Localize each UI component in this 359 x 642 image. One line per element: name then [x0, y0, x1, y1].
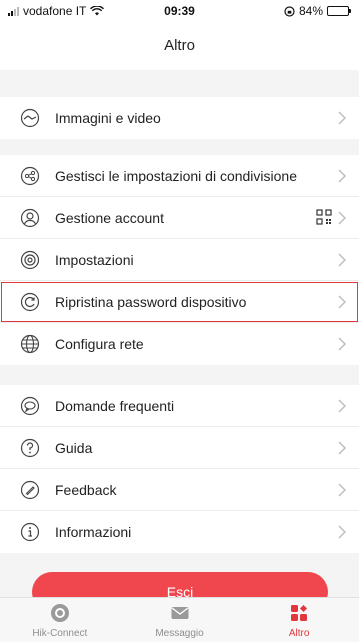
info-icon	[20, 522, 40, 542]
menu-item-guide[interactable]: Guida	[0, 427, 359, 469]
chevron-right-icon	[338, 253, 346, 267]
rotation-lock-icon	[284, 5, 295, 17]
chevron-right-icon	[338, 211, 346, 225]
battery-icon	[327, 6, 351, 16]
menu-item-info[interactable]: Informazioni	[0, 511, 359, 553]
page-title: Altro	[164, 37, 195, 54]
menu-item-sharing-settings[interactable]: Gestisci le impostazioni di condivisione	[0, 155, 359, 197]
grid-icon	[291, 605, 308, 621]
tab-hik-connect[interactable]: Hik-Connect	[0, 598, 120, 642]
menu-item-label: Informazioni	[55, 524, 132, 540]
menu-item-label: Immagini e video	[55, 110, 161, 126]
qr-code-icon	[316, 209, 332, 225]
chevron-right-icon	[338, 169, 346, 183]
envelope-icon	[171, 607, 188, 619]
tab-label: Messaggio	[155, 628, 204, 639]
tab-messaggio[interactable]: Messaggio	[120, 598, 240, 642]
camera-lens-icon	[50, 604, 69, 622]
pencil-icon	[20, 480, 40, 500]
chevron-right-icon	[338, 441, 346, 455]
battery-info: 84%	[284, 4, 351, 18]
reset-password-icon	[20, 292, 40, 312]
menu-group-help: Domande frequenti Guida Feedback Informa…	[0, 385, 359, 553]
share-icon	[20, 166, 40, 186]
tab-label: Hik-Connect	[32, 628, 88, 639]
menu-item-label: Ripristina password dispositivo	[55, 293, 247, 310]
chevron-right-icon	[338, 525, 346, 539]
menu-group-media: Immagini e video	[0, 97, 359, 139]
user-icon	[20, 208, 40, 228]
chevron-right-icon	[338, 295, 346, 309]
menu-item-label: Configura rete	[55, 336, 144, 352]
menu-group-account: Gestisci le impostazioni di condivisione…	[0, 155, 359, 365]
settings-icon	[20, 250, 40, 270]
menu-item-images-videos[interactable]: Immagini e video	[0, 97, 359, 139]
menu-item-account-management[interactable]: Gestione account	[0, 197, 359, 239]
chevron-right-icon	[338, 483, 346, 497]
status-bar: vodafone IT 09:39 84%	[0, 0, 359, 22]
menu-item-label: Gestisci le impostazioni di condivisione	[55, 167, 297, 184]
tab-altro[interactable]: Altro	[239, 598, 359, 642]
menu-item-label: Gestione account	[55, 209, 164, 226]
battery-percent: 84%	[298, 4, 323, 18]
menu-item-label: Domande frequenti	[55, 397, 175, 414]
chevron-right-icon	[338, 337, 346, 351]
chat-bubble-icon	[20, 396, 40, 416]
menu-item-label: Feedback	[55, 481, 117, 498]
question-icon	[20, 438, 40, 458]
menu-item-reset-device-password[interactable]: Ripristina password dispositivo	[0, 281, 359, 323]
menu-item-feedback[interactable]: Feedback	[0, 469, 359, 511]
menu-item-label: Guida	[55, 439, 93, 456]
globe-icon	[20, 334, 40, 354]
chevron-right-icon	[338, 399, 346, 413]
tab-bar: Hik-Connect Messaggio Altro	[0, 597, 359, 642]
menu-item-configure-network[interactable]: Configura rete	[0, 323, 359, 365]
menu-item-settings[interactable]: Impostazioni	[0, 239, 359, 281]
menu-item-faq[interactable]: Domande frequenti	[0, 385, 359, 427]
tab-label: Altro	[288, 628, 310, 639]
menu-item-label: Impostazioni	[55, 251, 134, 268]
nav-bar: Altro	[0, 22, 359, 70]
play-circle-icon	[20, 108, 40, 128]
chevron-right-icon	[338, 111, 346, 125]
